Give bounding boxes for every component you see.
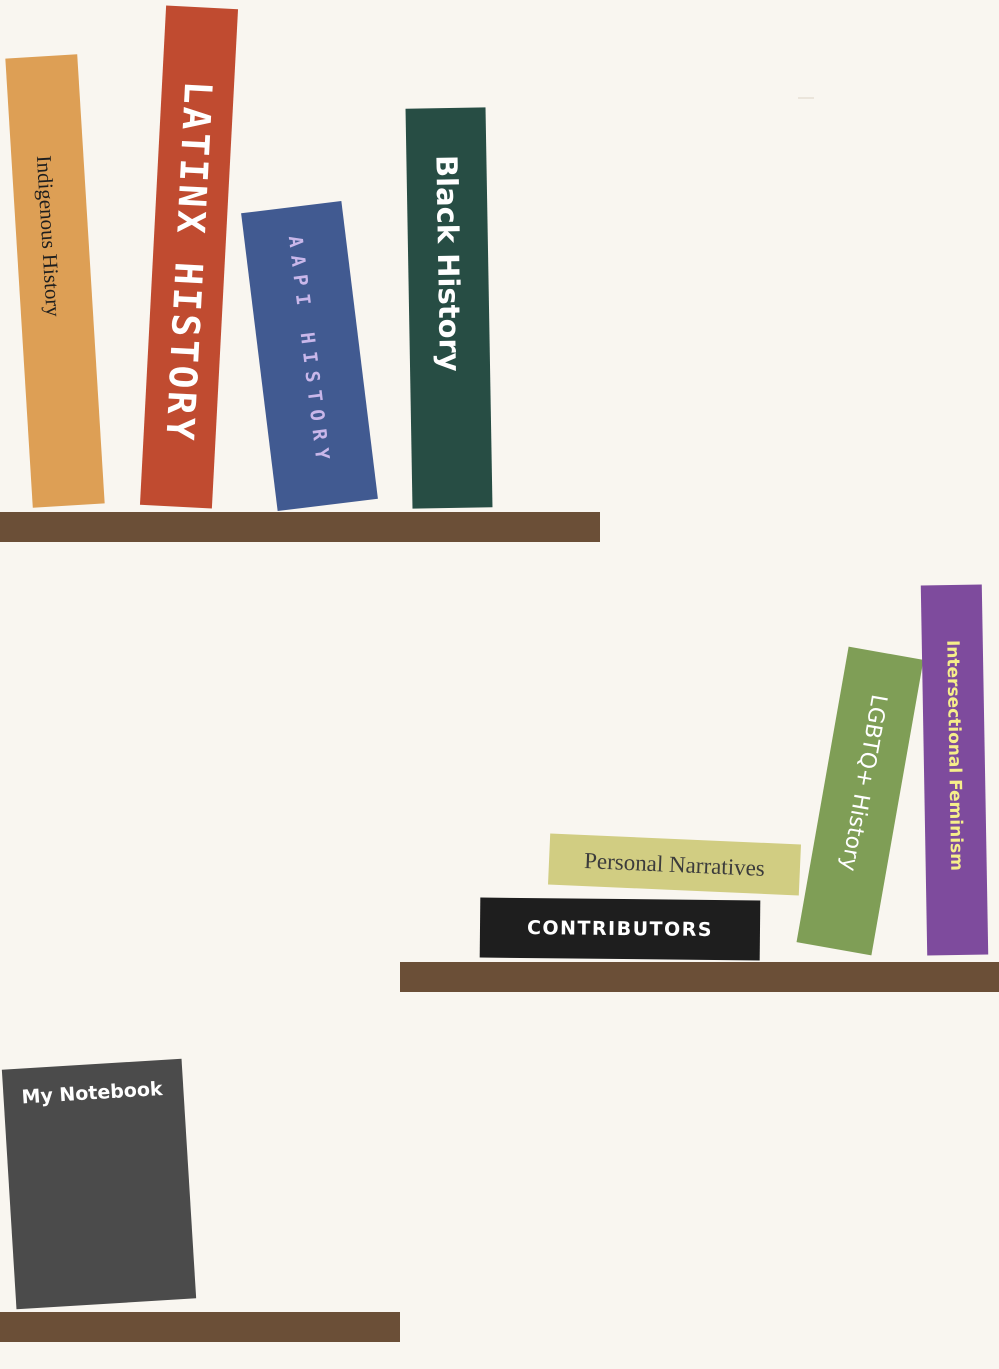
book-intersectional-feminism-label: Intersectional Feminism — [942, 639, 967, 871]
book-indigenous-history[interactable]: Indigenous History — [5, 54, 105, 508]
book-lgbtq-history-label: LGBTQ+ History — [835, 692, 892, 873]
book-my-notebook[interactable]: My Notebook — [1, 1058, 197, 1310]
book-intersectional-feminism[interactable]: Intersectional Feminism — [920, 584, 989, 956]
book-contributors[interactable]: CONTRIBUTORS — [479, 897, 761, 961]
book-personal-narratives-label: Personal Narratives — [583, 847, 766, 881]
divider-mark — [798, 97, 814, 99]
book-aapi-history-label: AAPI HISTORY — [283, 234, 335, 470]
book-my-notebook-label: My Notebook — [20, 1077, 164, 1109]
book-black-history[interactable]: Black History — [405, 107, 493, 509]
shelf-bottom — [0, 1312, 400, 1342]
book-personal-narratives[interactable]: Personal Narratives — [548, 833, 801, 896]
book-aapi-history[interactable]: AAPI HISTORY — [241, 200, 378, 512]
shelf-middle — [400, 962, 999, 992]
book-lgbtq-history[interactable]: LGBTQ+ History — [796, 646, 924, 956]
book-latinx-history-label: LATINX HISTORY — [157, 79, 221, 445]
book-indigenous-history-label: Indigenous History — [31, 154, 66, 318]
shelf-top — [0, 512, 600, 542]
book-contributors-label: CONTRIBUTORS — [526, 917, 714, 941]
book-latinx-history[interactable]: LATINX HISTORY — [139, 5, 239, 509]
book-black-history-label: Black History — [429, 154, 468, 372]
